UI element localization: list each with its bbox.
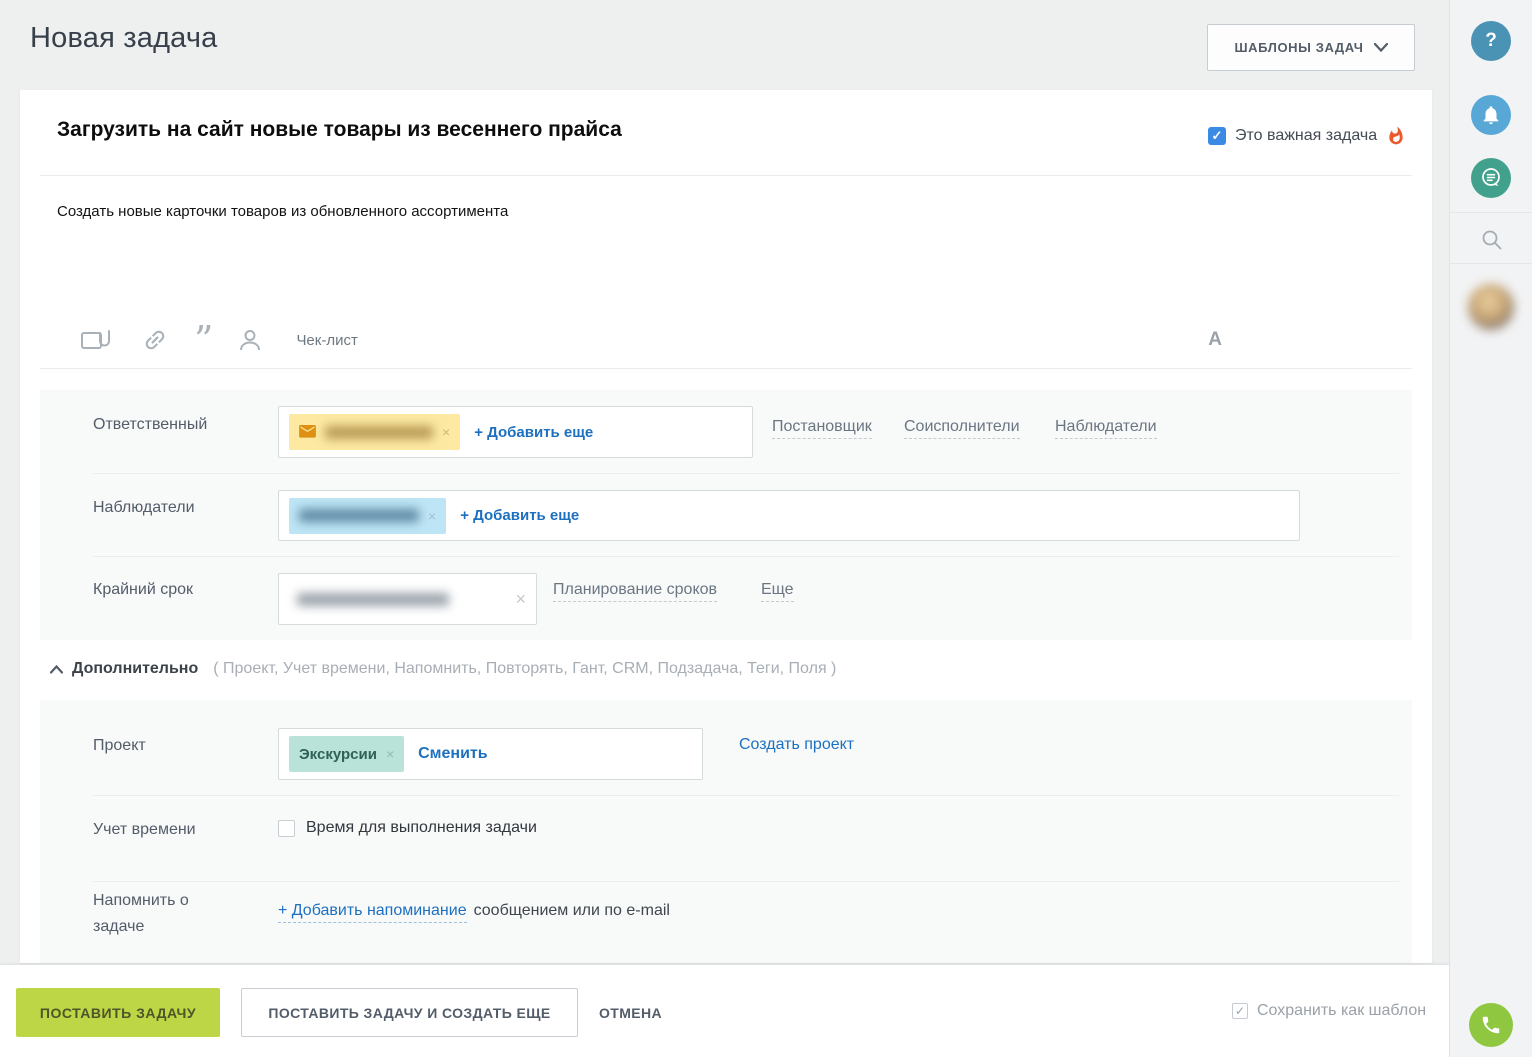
deadline-label: Крайний срок bbox=[93, 581, 193, 599]
chat-bubble-icon bbox=[1479, 166, 1503, 190]
search-icon bbox=[1479, 227, 1504, 252]
observer-name-redacted bbox=[299, 509, 419, 522]
new-task-card: Загрузить на сайт новые товары из весенн… bbox=[20, 90, 1432, 963]
email-icon bbox=[299, 425, 316, 439]
remove-observer-icon[interactable]: × bbox=[428, 508, 436, 524]
divider bbox=[93, 881, 1399, 882]
create-project-link[interactable]: Создать проект bbox=[739, 736, 854, 754]
deadline-input[interactable]: × bbox=[278, 573, 537, 625]
deadline-value-redacted bbox=[297, 593, 449, 606]
submit-and-create-button[interactable]: ПОСТАВИТЬ ЗАДАЧУ И СОЗДАТЬ ЕЩЕ bbox=[241, 988, 578, 1037]
project-input[interactable]: Экскурсии × Сменить bbox=[278, 728, 703, 780]
fire-icon bbox=[1386, 126, 1406, 146]
project-label: Проект bbox=[93, 737, 146, 755]
quote-icon[interactable]: ” bbox=[194, 327, 213, 353]
divider bbox=[93, 473, 1399, 474]
time-tracking-checkbox-label: Время для выполнения задачи bbox=[306, 819, 537, 837]
remove-responsible-icon[interactable]: × bbox=[442, 424, 450, 440]
coexecutors-link[interactable]: Соисполнители bbox=[904, 418, 1020, 439]
observers-link[interactable]: Наблюдатели bbox=[1055, 418, 1157, 439]
notifications-button[interactable] bbox=[1471, 95, 1511, 135]
additional-section-toggle[interactable]: Дополнительно ( Проект, Учет времени, На… bbox=[50, 660, 836, 678]
observers-add-more-link[interactable]: + Добавить еще bbox=[460, 507, 579, 524]
phone-icon bbox=[1480, 1014, 1502, 1036]
editor-toolbar: ” Чек-лист A bbox=[60, 318, 1260, 362]
time-tracking-checkbox[interactable] bbox=[278, 820, 295, 837]
divider bbox=[1450, 263, 1532, 264]
responsible-name-redacted bbox=[325, 426, 433, 439]
divider bbox=[1450, 212, 1532, 213]
time-tracking-control[interactable]: Время для выполнения задачи bbox=[278, 819, 537, 837]
important-task-checkbox[interactable]: ✓ bbox=[1208, 127, 1226, 145]
deadline-planning-link[interactable]: Планирование сроков bbox=[553, 581, 717, 602]
observers-label: Наблюдатели bbox=[93, 499, 195, 517]
reminder-label: Напомнить о задаче bbox=[93, 888, 189, 940]
additional-panel: Проект Экскурсии × Сменить Создать проек… bbox=[40, 700, 1412, 963]
link-icon[interactable] bbox=[142, 327, 168, 353]
responsible-tag[interactable]: × bbox=[289, 414, 460, 450]
task-templates-button-label: ШАБЛОНЫ ЗАДАЧ bbox=[1234, 40, 1363, 55]
chat-feedback-button[interactable] bbox=[1471, 158, 1511, 198]
divider bbox=[40, 175, 1412, 176]
add-reminder-link[interactable]: + Добавить напоминание bbox=[278, 902, 467, 923]
reminder-control: + Добавить напоминание сообщением или по… bbox=[278, 902, 670, 923]
task-title-input[interactable]: Загрузить на сайт новые товары из весенн… bbox=[57, 118, 622, 142]
save-as-template-label: Сохранить как шаблон bbox=[1257, 1002, 1426, 1020]
project-tag-label: Экскурсии bbox=[299, 746, 377, 763]
checklist-button[interactable]: Чек-лист bbox=[296, 332, 357, 349]
divider bbox=[40, 368, 1412, 369]
avatar[interactable] bbox=[1468, 284, 1514, 330]
divider bbox=[93, 795, 1399, 796]
phone-call-button[interactable] bbox=[1469, 1003, 1513, 1047]
observer-tag[interactable]: × bbox=[289, 498, 446, 534]
chevron-down-icon bbox=[1374, 43, 1388, 52]
people-deadline-panel: Ответственный × + Добавить еще Постановщ… bbox=[40, 390, 1412, 640]
chevron-up-icon bbox=[50, 665, 63, 674]
project-tag[interactable]: Экскурсии × bbox=[289, 736, 404, 772]
responsible-add-more-link[interactable]: + Добавить еще bbox=[474, 424, 593, 441]
page-title: Новая задача bbox=[30, 22, 218, 55]
reminder-suffix: сообщением или по e-mail bbox=[474, 902, 670, 920]
deadline-more-link[interactable]: Еще bbox=[761, 581, 794, 602]
save-as-template-control[interactable]: ✓ Сохранить как шаблон bbox=[1232, 965, 1426, 1057]
important-task-label: Это важная задача bbox=[1235, 127, 1377, 145]
footer-action-bar: ПОСТАВИТЬ ЗАДАЧУ ПОСТАВИТЬ ЗАДАЧУ И СОЗД… bbox=[0, 965, 1449, 1057]
help-icon: ? bbox=[1485, 30, 1497, 52]
time-tracking-label: Учет времени bbox=[93, 821, 196, 839]
right-sidebar: ? bbox=[1449, 0, 1532, 1057]
divider bbox=[93, 556, 1399, 557]
submit-task-button[interactable]: ПОСТАВИТЬ ЗАДАЧУ bbox=[16, 988, 220, 1037]
observers-input[interactable]: × + Добавить еще bbox=[278, 490, 1300, 541]
additional-items-list[interactable]: ( Проект, Учет времени, Напомнить, Повто… bbox=[213, 660, 836, 678]
originator-link[interactable]: Постановщик bbox=[772, 418, 872, 439]
task-description-input[interactable]: Создать новые карточки товаров из обновл… bbox=[57, 203, 508, 220]
task-templates-button[interactable]: ШАБЛОНЫ ЗАДАЧ bbox=[1207, 24, 1415, 71]
font-format-button[interactable]: A bbox=[1208, 329, 1222, 351]
remove-project-icon[interactable]: × bbox=[386, 746, 394, 762]
search-button[interactable] bbox=[1471, 219, 1511, 259]
attach-file-icon[interactable] bbox=[80, 327, 112, 353]
cancel-button[interactable]: ОТМЕНА bbox=[599, 988, 662, 1037]
additional-section-label: Дополнительно bbox=[72, 660, 198, 678]
clear-deadline-icon[interactable]: × bbox=[515, 589, 526, 610]
responsible-input[interactable]: × + Добавить еще bbox=[278, 406, 753, 458]
project-change-link[interactable]: Сменить bbox=[418, 745, 487, 763]
responsible-label: Ответственный bbox=[93, 416, 207, 434]
help-button[interactable]: ? bbox=[1471, 21, 1511, 61]
mention-person-icon[interactable] bbox=[237, 327, 263, 353]
save-as-template-checkbox[interactable]: ✓ bbox=[1232, 1003, 1248, 1019]
important-task-control[interactable]: ✓ Это важная задача bbox=[1208, 126, 1406, 146]
bell-icon bbox=[1480, 104, 1502, 126]
